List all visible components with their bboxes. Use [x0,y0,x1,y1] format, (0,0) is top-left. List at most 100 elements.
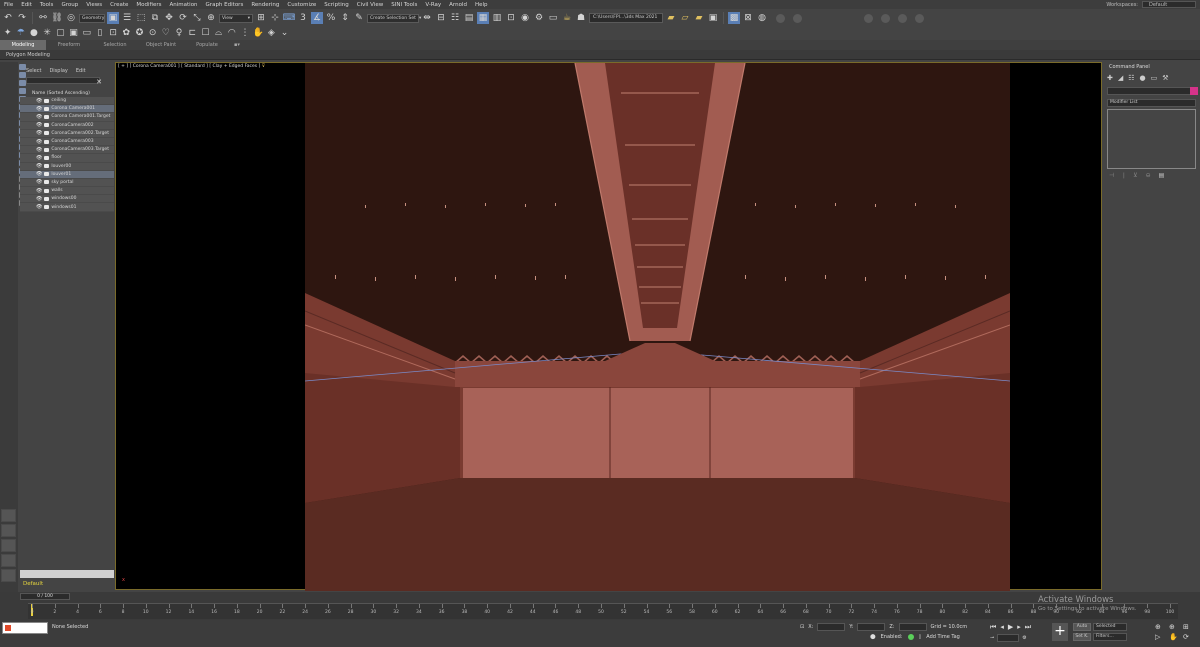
visibility-eye-icon[interactable]: 👁︎ [36,106,42,112]
explorer-row[interactable]: 👁︎ windows00 [20,195,114,204]
z-coordinate-field[interactable] [898,623,927,631]
explorer-row[interactable]: 👁︎ CoronaCamera003 [20,137,114,147]
render-setup-icon[interactable]: ⚙ [533,12,545,24]
align-icon[interactable]: ⊟ [435,12,447,24]
explorer-row[interactable]: 👁︎ louver00 [20,162,114,171]
viewport-label[interactable]: [ + ] [ Corona Camera001 ] [ Standard ] … [118,64,265,69]
toggle-layer-explorer-icon[interactable]: ▤ [463,12,475,24]
current-layer-label[interactable]: Default [23,581,43,587]
vray-proxy-icon[interactable]: ▣ [68,27,79,39]
menu-item-views[interactable]: Views [82,2,106,8]
named-selection-set-dropdown[interactable]: Create Selection Set ▾ [367,13,421,23]
menu-item-rendering[interactable]: Rendering [247,2,283,8]
render-production-icon[interactable]: ☕ [561,12,573,24]
menu-item-modifiers[interactable]: Modifiers [132,2,165,8]
unlink-icon[interactable]: ⛓ [51,12,63,24]
hand-icon[interactable]: ✋ [253,27,264,39]
tab-selection[interactable]: Selection [92,42,138,48]
explorer-tab-display[interactable]: Display [49,68,67,74]
vray-mesh-icon[interactable]: ⊡ [108,27,119,39]
explorer-column-header[interactable]: Name (Sorted Ascending) [32,90,114,97]
snaps-toggle-icon[interactable]: 3 [297,12,309,24]
pivot-center-icon[interactable]: ⊞ [255,12,267,24]
tab-populate[interactable]: Populate [184,42,230,48]
folder-open-icon[interactable]: ▱ [679,12,691,24]
percent-snap-icon[interactable]: % [325,12,337,24]
layout-box-2[interactable] [1,524,16,537]
vray-fur-icon[interactable]: ▭ [81,27,92,39]
rendered-frame-window-icon[interactable]: ▭ [547,12,559,24]
layout-box-4[interactable] [1,554,16,567]
rect-selection-icon[interactable]: ⬚ [135,12,147,24]
edit-named-selection-icon[interactable]: ✎ [353,12,365,24]
configure-modifier-sets-icon[interactable]: ▤ [1159,172,1165,179]
menu-item-sini-tools[interactable]: SINI Tools [387,2,421,8]
visibility-eye-icon[interactable]: 👁︎ [36,122,42,128]
explorer-row[interactable]: 👁︎ sky portal [20,178,114,188]
layout-box-3[interactable] [1,539,16,552]
modify-tab-icon[interactable]: ◢ [1118,74,1123,82]
layout-box-1[interactable] [1,509,16,522]
vray-plane-icon[interactable]: ▯ [94,27,105,39]
menu-item-customize[interactable]: Customize [283,2,320,8]
maxscript-listener[interactable] [2,622,48,634]
vray-sun-icon[interactable]: ☂ [15,27,26,39]
add-time-tag-button[interactable]: Add Time Tag [926,634,960,640]
time-slider[interactable]: 0 / 100 [20,593,70,600]
undo-icon[interactable]: ↶ [2,12,14,24]
pin-stack-icon[interactable]: ⊣ [1109,172,1114,179]
explorer-row[interactable]: 👁︎ walls [20,187,114,196]
folder-project-icon[interactable]: ▰ [693,12,705,24]
vray-camera-icon[interactable]: ▢ [55,27,66,39]
explorer-row[interactable]: 👁︎ CoronaCamera002 [20,121,114,130]
visibility-eye-icon[interactable]: 👁︎ [36,204,42,210]
show-end-result-icon[interactable]: ∣ [1122,172,1125,179]
auto-key-button[interactable]: Auto [1073,623,1091,631]
make-unique-icon[interactable]: ⊻ [1133,172,1137,179]
menu-item-edit[interactable]: Edit [17,2,36,8]
scale-icon[interactable]: ⤡ [191,12,203,24]
workspace-dropdown[interactable]: Default [1142,1,1196,8]
visibility-eye-icon[interactable]: 👁︎ [36,188,42,194]
current-frame-field[interactable] [997,634,1020,642]
curve-editor-icon[interactable]: ▥ [491,12,503,24]
visibility-eye-icon[interactable]: 👁︎ [36,179,42,185]
corona-chevron-icon[interactable]: ⌄ [279,27,290,39]
visibility-eye-icon[interactable]: 👁︎ [36,155,42,161]
project-path-field[interactable]: C:\Users\FPI...\3ds Max 2021 [589,13,663,23]
filter-icon[interactable]: ⊽ [262,64,265,69]
window-crossing-icon[interactable]: ⧉ [149,12,161,24]
explorer-row[interactable]: 👁︎ windows01 [20,203,114,212]
zoom-icon[interactable]: ⊕ [1155,623,1167,631]
modifier-stack[interactable] [1107,109,1196,169]
vray-light-icon[interactable]: ✦ [2,27,13,39]
visibility-eye-icon[interactable]: 👁︎ [36,196,42,202]
time-tag-icon[interactable]: ▯ [919,634,922,640]
vray-dome-icon[interactable]: ● [28,27,39,39]
move-icon[interactable]: ✥ [163,12,175,24]
ribbon-options-icon[interactable]: ▪▾ [230,42,244,48]
vray-eye-icon[interactable]: ◠ [226,27,237,39]
visibility-eye-icon[interactable]: 👁︎ [36,171,42,177]
select-manipulate-icon[interactable]: ⊹ [269,12,281,24]
object-name-field[interactable] [1107,87,1198,95]
select-by-name-icon[interactable]: ☰ [121,12,133,24]
placement-icon[interactable]: ⊕ [205,12,217,24]
set-key-button[interactable]: Set K. [1073,633,1091,641]
explorer-row[interactable]: 👁︎ floor [20,154,114,163]
isolate-icon[interactable]: ⬤ [870,634,876,640]
keyboard-shortcut-override-icon[interactable]: ⌨ [283,12,296,24]
modifier-list-dropdown[interactable]: Modifier List [1107,99,1196,107]
visibility-eye-icon[interactable]: 👁︎ [36,147,42,153]
vray-lamp-icon[interactable]: ♀ [173,27,184,39]
fov-icon[interactable]: ▷ [1155,633,1167,641]
workspace-selector[interactable]: Workspaces: Default [1106,0,1196,9]
tab-object-paint[interactable]: Object Paint [138,42,184,48]
close-icon[interactable]: ✕ [96,78,102,86]
camera-viewport[interactable]: [ + ] [ Corona Camera001 ] [ Standard ] … [115,62,1102,591]
corona-renderer-icon[interactable]: ◈ [266,27,277,39]
vray-sphere-icon[interactable]: ✳ [42,27,53,39]
menu-item-animation[interactable]: Animation [166,2,202,8]
object-color-swatch[interactable] [1190,87,1198,95]
explorer-tab-select[interactable]: Select [26,68,41,74]
